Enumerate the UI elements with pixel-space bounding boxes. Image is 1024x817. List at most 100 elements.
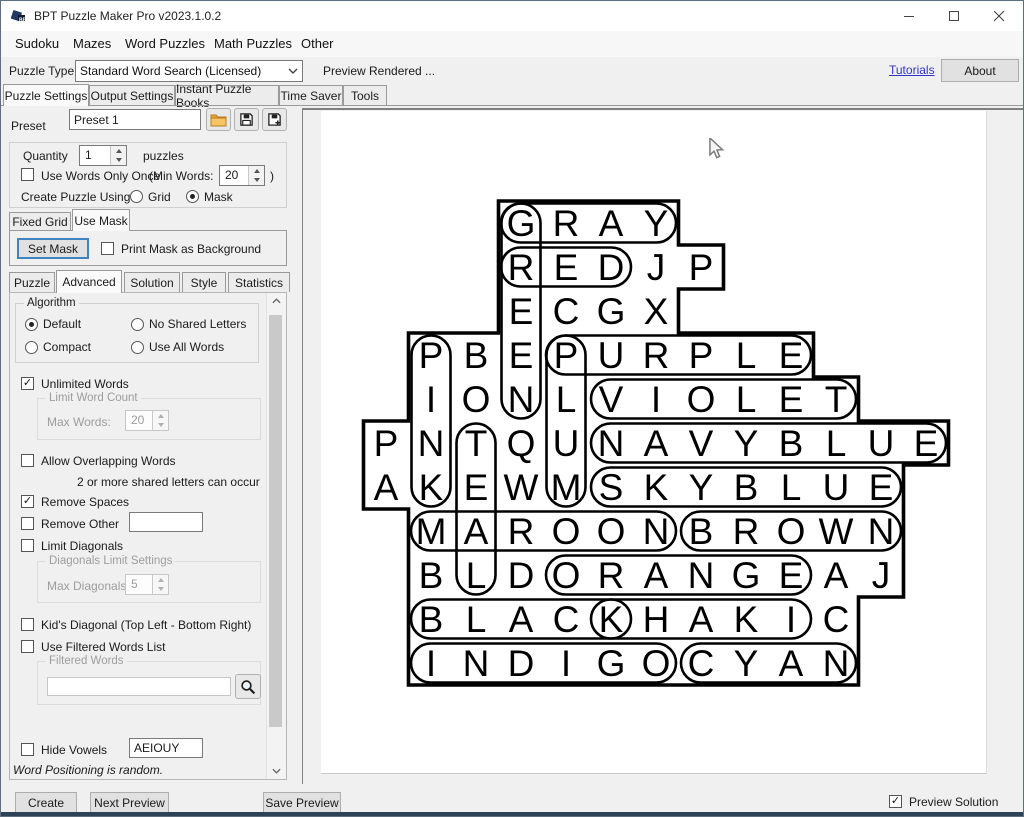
maximize-icon	[949, 11, 960, 22]
minimize-button[interactable]	[887, 1, 932, 31]
limit-diagonals-checkbox[interactable]: ✓	[21, 539, 34, 552]
svg-text:K: K	[734, 599, 759, 640]
create-button[interactable]: Create	[15, 792, 77, 813]
menu-other[interactable]: Other	[301, 36, 334, 51]
quantity-stepper[interactable]: 1	[79, 145, 127, 166]
tutorials-link[interactable]: Tutorials	[889, 63, 935, 77]
unlimited-words-checkbox[interactable]: ✓	[21, 377, 34, 390]
preview-panel: GRAYREDJPECGXPBEPURPLEIONLVIOLETPNTQUNAV…	[302, 108, 1023, 784]
maximize-button[interactable]	[932, 1, 977, 31]
tab-style[interactable]: Style	[182, 272, 226, 292]
save-preview-button[interactable]: Save Preview	[263, 792, 341, 813]
quantity-up[interactable]	[111, 146, 126, 156]
svg-text:I: I	[651, 379, 661, 420]
print-mask-label: Print Mask as Background	[121, 242, 261, 256]
grid-radio-label: Grid	[148, 190, 171, 204]
menu-math-puzzles[interactable]: Math Puzzles	[214, 36, 292, 51]
remove-spaces-checkbox[interactable]: ✓	[21, 495, 34, 508]
tab-puzzle-settings[interactable]: Puzzle Settings	[3, 84, 89, 106]
min-words-down[interactable]	[249, 176, 264, 186]
hide-vowels-input[interactable]	[129, 738, 203, 758]
open-preset-button[interactable]	[206, 108, 231, 131]
use-words-once-checkbox[interactable]: ✓	[21, 168, 34, 181]
scrollbar-thumb[interactable]	[269, 315, 282, 727]
preset-input[interactable]	[69, 109, 201, 130]
hide-vowels-checkbox[interactable]: ✓	[21, 743, 34, 756]
tab-instant-puzzle-books[interactable]: Instant Puzzle Books	[175, 85, 279, 106]
svg-text:U: U	[598, 335, 625, 376]
menu-word-puzzles[interactable]: Word Puzzles	[125, 36, 205, 51]
preview-solution-checkbox[interactable]: ✓	[889, 795, 902, 808]
grid-letters: GRAYREDJPECGXPBEPURPLEIONLVIOLETPNTQUNAV…	[374, 203, 939, 684]
tab-solution[interactable]: Solution	[124, 272, 180, 292]
kids-diagonal-checkbox[interactable]: ✓	[21, 618, 34, 631]
print-mask-checkbox[interactable]: ✓	[101, 242, 114, 255]
save-preset-as-button[interactable]	[262, 108, 287, 131]
svg-text:K: K	[419, 467, 444, 508]
svg-text:O: O	[552, 555, 581, 596]
chevron-down-icon	[288, 68, 298, 74]
svg-text:R: R	[553, 203, 580, 244]
grid-radio[interactable]	[130, 190, 143, 203]
tab-tools[interactable]: Tools	[343, 85, 387, 106]
menu-sudoku[interactable]: Sudoku	[15, 36, 59, 51]
svg-text:R: R	[598, 555, 625, 596]
algo-compact-radio[interactable]	[25, 341, 38, 354]
solution-capsule-violet	[591, 380, 856, 419]
advanced-scrollbar[interactable]	[266, 293, 286, 779]
min-words-stepper[interactable]: 20	[219, 165, 265, 186]
algo-default-radio[interactable]	[25, 318, 38, 331]
svg-text:O: O	[597, 511, 626, 552]
algo-all-words-radio[interactable]	[131, 341, 144, 354]
create-using-label: Create Puzzle Using:	[21, 190, 134, 204]
mask-radio[interactable]	[186, 190, 199, 203]
save-preset-button[interactable]	[234, 108, 259, 131]
svg-text:J: J	[872, 555, 891, 596]
svg-text:G: G	[732, 555, 761, 596]
svg-text:R: R	[733, 511, 760, 552]
menu-mazes[interactable]: Mazes	[73, 36, 111, 51]
set-mask-button[interactable]: Set Mask	[17, 238, 89, 259]
save-icon	[239, 112, 254, 127]
remove-other-checkbox[interactable]: ✓	[21, 517, 34, 530]
tab-fixed-grid[interactable]: Fixed Grid	[9, 212, 71, 230]
window-bottom-edge	[1, 812, 1024, 817]
svg-text:I: I	[426, 379, 436, 420]
mask-radio-label: Mask	[204, 190, 233, 204]
allow-overlapping-checkbox[interactable]: ✓	[21, 454, 34, 467]
filtered-words-input[interactable]	[47, 677, 231, 696]
svg-text:B: B	[419, 555, 444, 596]
puzzle-type-select[interactable]: Standard Word Search (Licensed)	[75, 60, 303, 82]
algo-no-shared-radio[interactable]	[131, 318, 144, 331]
algo-all-words-label: Use All Words	[149, 340, 224, 354]
quantity-down[interactable]	[111, 156, 126, 166]
tab-time-saver[interactable]: Time Saver	[279, 85, 343, 106]
svg-text:I: I	[426, 643, 436, 684]
remove-other-input[interactable]	[129, 512, 203, 532]
svg-text:B: B	[734, 467, 759, 508]
tab-use-mask[interactable]: Use Mask	[72, 209, 130, 231]
tab-puzzle[interactable]: Puzzle	[9, 272, 55, 292]
svg-text:H: H	[643, 599, 670, 640]
svg-text:W: W	[819, 511, 854, 552]
scroll-up-arrow[interactable]	[267, 293, 286, 309]
svg-text:B: B	[689, 511, 714, 552]
filtered-words-search-button[interactable]	[235, 674, 261, 699]
scroll-down-arrow[interactable]	[267, 763, 286, 779]
use-filtered-checkbox[interactable]: ✓	[21, 640, 34, 653]
min-words-up[interactable]	[249, 166, 264, 176]
svg-text:I: I	[561, 643, 571, 684]
about-button[interactable]: About	[941, 59, 1019, 82]
tab-statistics[interactable]: Statistics	[228, 272, 290, 292]
svg-text:P: P	[689, 335, 714, 376]
advanced-panel	[9, 292, 287, 780]
word-search-puzzle: GRAYREDJPECGXPBEPURPLEIONLVIOLETPNTQUNAV…	[321, 111, 986, 773]
svg-text:A: A	[689, 599, 714, 640]
close-button[interactable]	[977, 1, 1022, 31]
remove-other-label: Remove Other	[41, 517, 119, 531]
tab-output-settings[interactable]: Output Settings	[89, 85, 175, 106]
tab-advanced[interactable]: Advanced	[56, 270, 122, 293]
next-preview-button[interactable]: Next Preview	[90, 792, 169, 813]
svg-text:U: U	[868, 423, 895, 464]
svg-text:J: J	[647, 247, 666, 288]
